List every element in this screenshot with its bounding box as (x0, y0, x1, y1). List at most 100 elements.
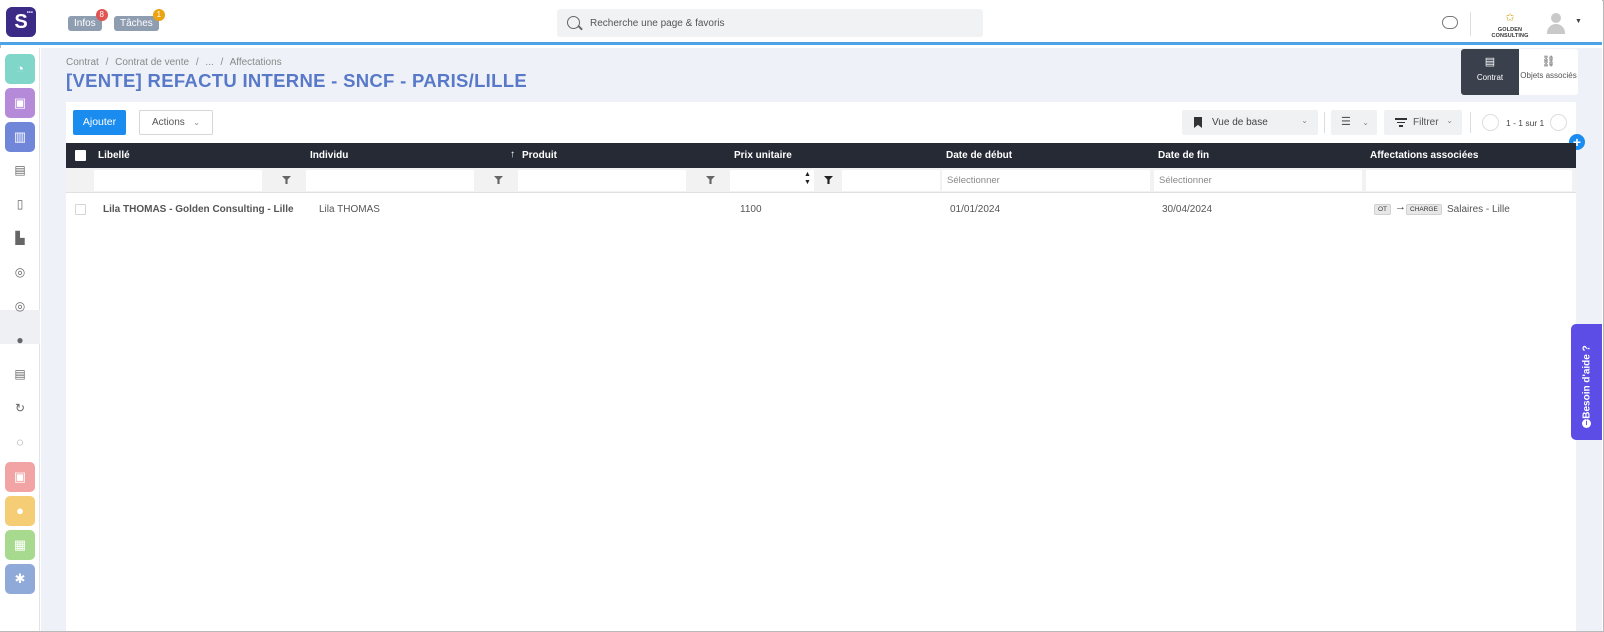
next-page-button[interactable] (1550, 114, 1567, 131)
sidebar-item-briefcase[interactable]: ▣ (5, 88, 35, 118)
cell-libelle[interactable]: Lila THOMAS - Golden Consulting - Lille (103, 204, 294, 215)
cell-affectation-label[interactable]: Salaires - Lille (1447, 204, 1510, 215)
calendar-icon[interactable]: ▤ (12, 162, 28, 178)
info-icon: i (1582, 419, 1591, 428)
column-header-date-fin[interactable]: Date de fin (1158, 150, 1209, 161)
taches-label: Tâches (120, 18, 153, 29)
divider (1470, 12, 1471, 36)
chevron-down-icon: ⌄ (193, 118, 200, 127)
report-icon[interactable]: ▤ (12, 366, 28, 382)
column-header-affectations[interactable]: Affectations associées (1370, 150, 1478, 161)
global-search[interactable] (557, 9, 983, 37)
add-button[interactable]: Ajouter (73, 110, 126, 135)
sidebar-item-coin[interactable]: ● (5, 496, 35, 526)
bar-chart-icon: ▥ (13, 129, 27, 144)
page-title: [VENTE] REFACTU INTERNE - SNCF - PARIS/L… (66, 70, 527, 91)
divider (1324, 112, 1325, 133)
help-tab[interactable]: Besoin d'aide ? i (1571, 324, 1602, 440)
filter-button[interactable]: Filtrer ⌄ (1384, 110, 1462, 135)
select-all-checkbox[interactable] (75, 150, 86, 161)
infos-button[interactable]: Infos 8 (68, 9, 108, 31)
tab-objets-label: Objets associés (1520, 71, 1577, 80)
object-tabs: ▤ Contrat ⛓ Objets associés (1461, 49, 1578, 95)
cell-date-fin: 30/04/2024 (1162, 204, 1213, 215)
column-header-libelle[interactable]: Libellé (98, 150, 130, 161)
row-checkbox[interactable] (75, 204, 86, 215)
view-selector[interactable]: Vue de base ⌄ (1182, 110, 1318, 135)
sidebar-item-team[interactable]: ▦ (5, 530, 35, 560)
table-row[interactable]: Lila THOMAS - Golden Consulting - Lille … (66, 194, 1576, 224)
filter-input-affectations[interactable] (1366, 170, 1572, 191)
filter-placeholder: Sélectionner (1159, 175, 1212, 186)
pagination-info: 1 - 1 sur 1 (1506, 118, 1545, 128)
tab-contrat[interactable]: ▤ Contrat (1461, 49, 1519, 95)
suitcase-icon: ▣ (13, 469, 27, 484)
sidebar-item-settings[interactable]: ✱ (5, 564, 35, 594)
status-badge-from: OT (1374, 204, 1392, 215)
euro-in-icon[interactable]: ◎ (12, 264, 28, 280)
filter-input-libelle[interactable] (94, 170, 262, 191)
factory-icon[interactable]: ▙ (12, 230, 28, 246)
actions-dropdown[interactable]: Actions ⌄ (139, 110, 213, 135)
sidebar-item-suitcase[interactable]: ▣ (5, 462, 35, 492)
arrow-right-icon: → (1395, 201, 1406, 213)
breadcrumb-contrat[interactable]: Contrat (66, 57, 99, 68)
team-icon: ▦ (13, 537, 27, 552)
filter-input-prix[interactable] (730, 170, 814, 191)
infos-count-badge: 8 (95, 9, 108, 21)
company-name: GOLDEN CONSULTING (1491, 27, 1529, 39)
sort-asc-icon[interactable]: ↑ (510, 149, 515, 160)
status-badge-to: CHARGE (1406, 204, 1442, 215)
sliders-icon: ☰ (1341, 116, 1351, 128)
documents-icon[interactable]: ▯ (12, 196, 28, 212)
breadcrumb-separator: / (105, 57, 109, 68)
bookmark-icon (1194, 117, 1202, 128)
table-header: Libellé Individu ↑ Produit Prix unitaire… (66, 143, 1576, 168)
filter-icon[interactable] (282, 176, 291, 184)
filter-row: ▲ ▼ Sélectionner Sélectionner (66, 168, 1576, 193)
breadcrumb-contrat-de-vente[interactable]: Contrat de vente (115, 57, 189, 68)
sidebar-item-dashboard[interactable]: ◔ (5, 54, 35, 84)
filter-icon[interactable] (824, 176, 833, 184)
settings-icon: ✱ (14, 571, 26, 586)
app-logo[interactable]: S ••• (6, 7, 36, 37)
columns-settings-button[interactable]: ☰ ⌄ (1331, 110, 1377, 135)
filter-input-prix-value[interactable] (842, 170, 940, 191)
caret-down-icon[interactable]: ▼ (1575, 18, 1582, 25)
filter-icon[interactable] (706, 176, 715, 184)
breadcrumb-separator: / (195, 57, 199, 68)
column-header-individu[interactable]: Individu (310, 150, 348, 161)
breadcrumb-affectations: Affectations (229, 57, 282, 68)
chat-icon[interactable] (1442, 16, 1458, 29)
taches-button[interactable]: Tâches 1 (114, 9, 165, 31)
search-icon (567, 16, 580, 29)
cell-individu: Lila THOMAS (319, 204, 380, 215)
star-icon: ✩ (1505, 12, 1515, 24)
coin-icon: ● (16, 503, 24, 518)
number-stepper-icon[interactable]: ▲ ▼ (804, 171, 811, 187)
breadcrumb-ellipsis[interactable]: ... (205, 57, 213, 68)
refresh-euro-icon[interactable]: ↻ (12, 400, 28, 416)
tab-objets-associes[interactable]: ⛓ Objets associés (1519, 49, 1578, 95)
breadcrumb-separator: / (220, 57, 224, 68)
previous-page-button[interactable] (1482, 114, 1499, 131)
analytics-icon[interactable]: ◌ (12, 434, 28, 450)
filter-select-date-fin[interactable]: Sélectionner (1154, 170, 1362, 191)
top-bar: S••• Infos 8 Tâches 1 ✩ GOLDEN CONSULTIN… (0, 0, 1602, 45)
filter-input-produit[interactable] (518, 170, 686, 191)
link-icon: ⛓ (1541, 56, 1556, 68)
divider (1470, 112, 1471, 133)
avatar[interactable] (1546, 13, 1566, 35)
search-input[interactable] (590, 14, 970, 32)
filter-select-date-debut[interactable]: Sélectionner (942, 170, 1150, 191)
column-header-produit[interactable]: Produit (522, 150, 557, 161)
user-icon[interactable]: ● (12, 332, 28, 348)
sidebar: ◔ ▣ ▥ ▤ ▯ ▙ ◎ ◎ ● ▤ ↻ ◌ ▣ ● ▦ ✱ (0, 48, 40, 631)
sidebar-item-charts[interactable]: ▥ (5, 122, 35, 152)
column-header-prix-unitaire[interactable]: Prix unitaire (734, 150, 792, 161)
filter-icon[interactable] (494, 176, 503, 184)
filter-input-individu[interactable] (306, 170, 474, 191)
cell-date-debut: 01/01/2024 (950, 204, 1001, 215)
column-header-date-debut[interactable]: Date de début (946, 150, 1012, 161)
euro-out-icon[interactable]: ◎ (12, 298, 28, 314)
